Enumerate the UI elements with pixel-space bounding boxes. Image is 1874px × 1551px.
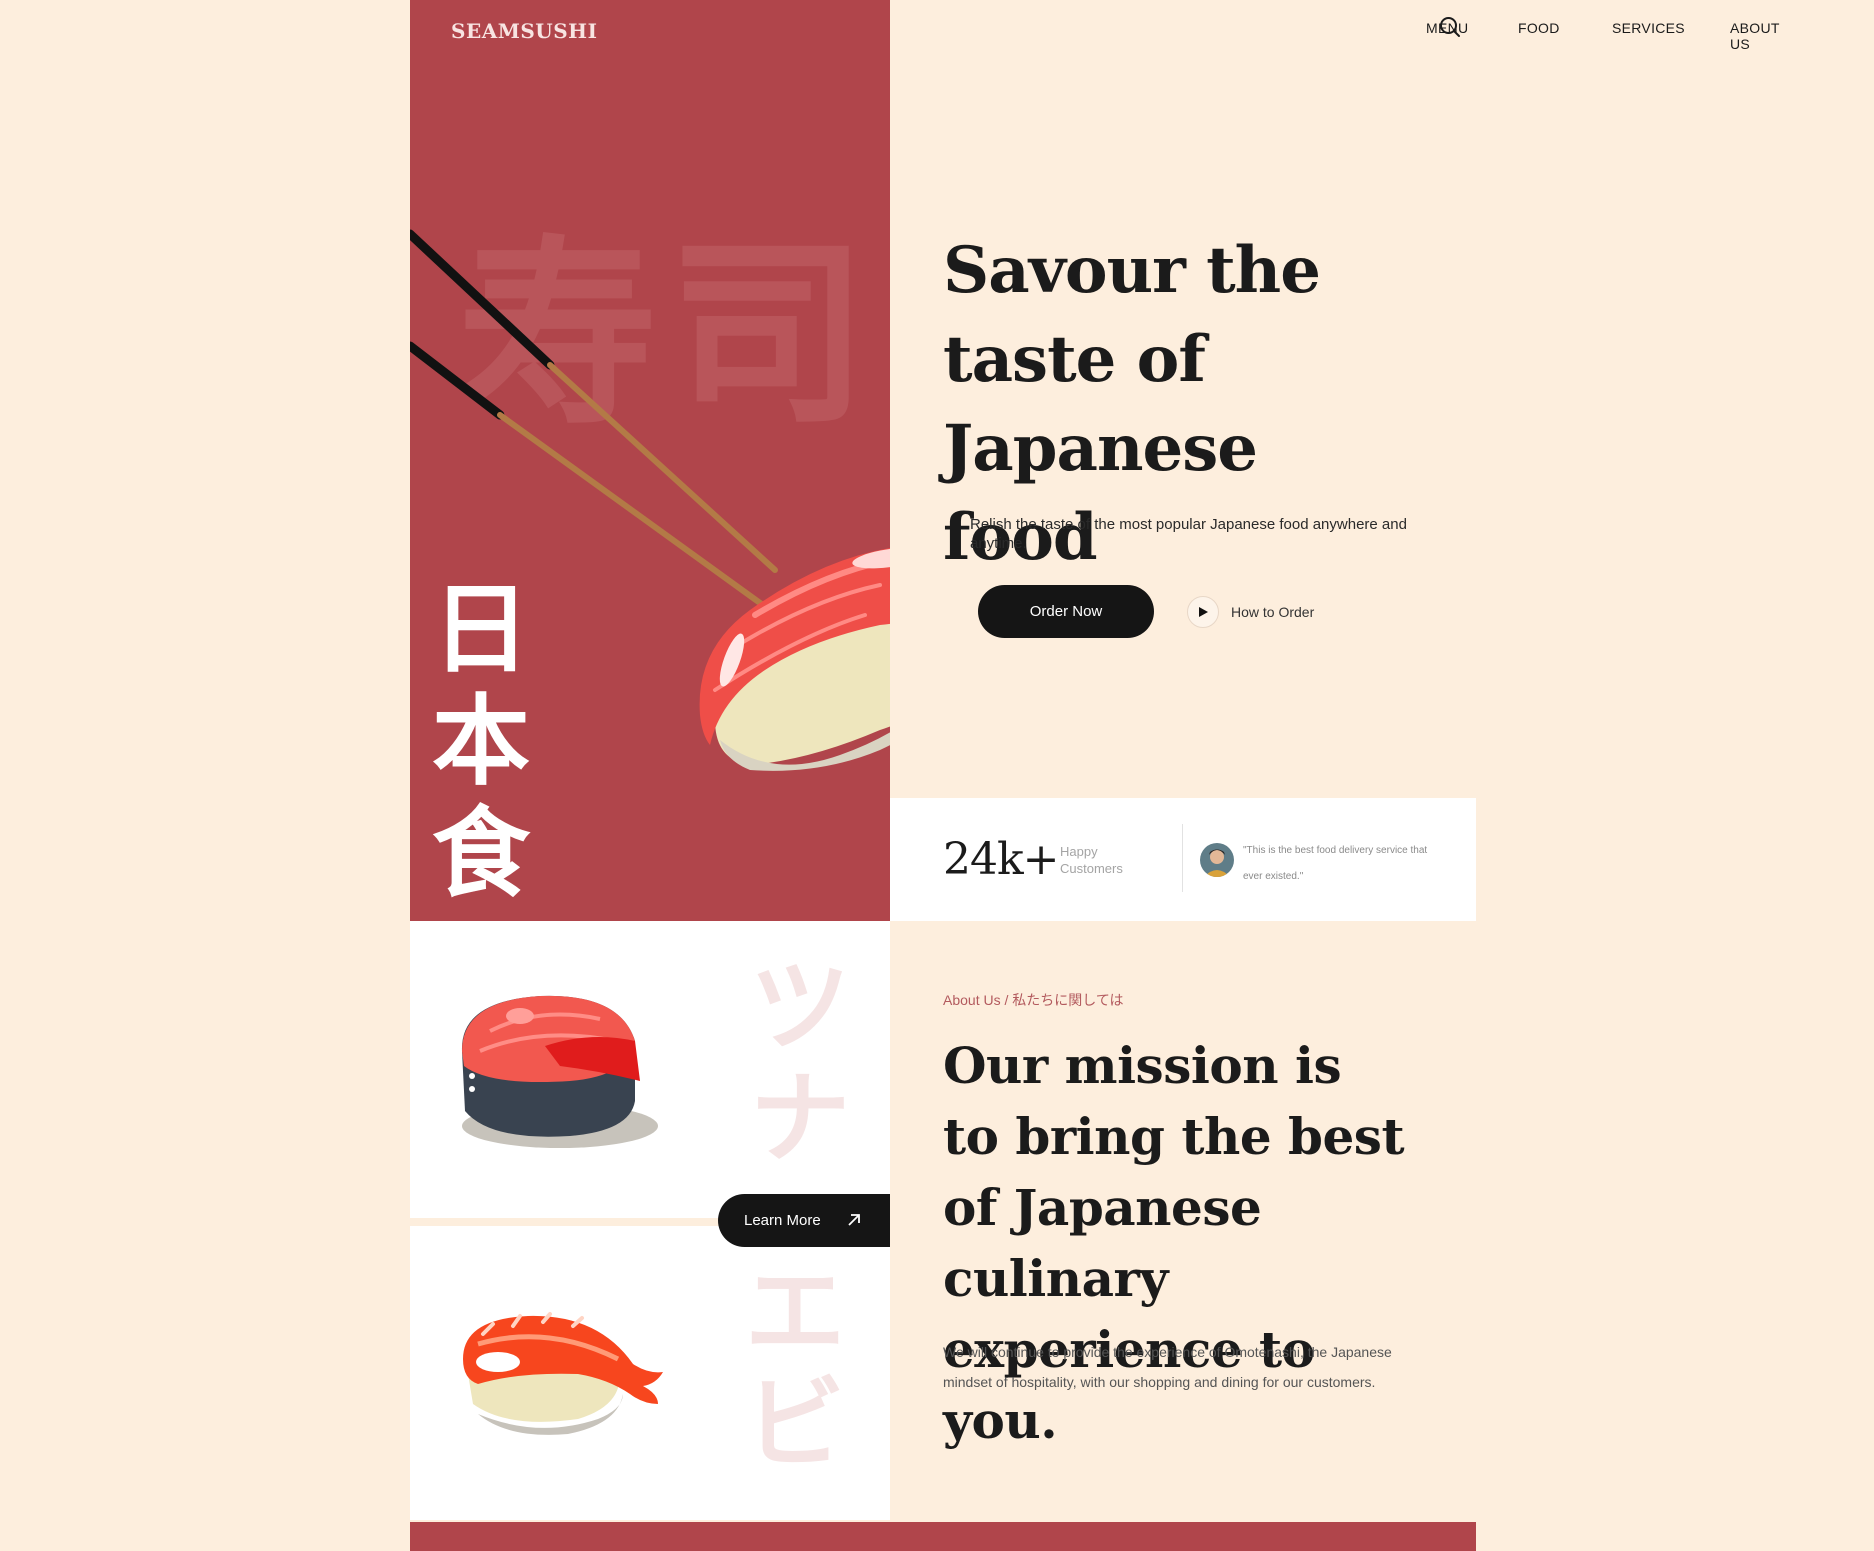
- nav-item-about-us[interactable]: ABOUT US: [1730, 20, 1779, 52]
- shrimp-sushi-illustration: [463, 1312, 663, 1435]
- kanji-char: 食: [431, 797, 530, 911]
- about-body: We will continue to provide the experien…: [943, 1344, 1392, 1390]
- avatar: [1200, 843, 1234, 877]
- customer-count-label: Happy Customers: [1060, 844, 1123, 876]
- stats-strip: 24k+ Happy Customers "This is the best f…: [890, 798, 1476, 921]
- learn-more-label: Learn More: [744, 1212, 821, 1229]
- katakana-shrimp-text: エビ: [745, 1253, 845, 1482]
- footer-band: [410, 1522, 1476, 1551]
- about-section-label: About Us / 私たちに関しては: [943, 992, 1124, 1008]
- play-icon: [1187, 596, 1219, 628]
- arrow-up-right-icon: [844, 1210, 864, 1234]
- tuna-steak-illustration: [461, 995, 658, 1148]
- testimonial-quote: "This is the best food delivery service …: [1243, 845, 1428, 882]
- top-nav: MENU FOOD SERVICES ABOUT US: [890, 0, 1779, 58]
- divider: [1182, 824, 1183, 892]
- katakana-tuna: ツナ: [750, 951, 850, 1175]
- nav-item-food[interactable]: FOOD: [1518, 20, 1560, 36]
- vertical-kanji-title: 日 本 食: [426, 574, 536, 910]
- landing-page: SEAMSUSHI 寿 司 日 本 食 MENU FOOD SERVICES A…: [410, 0, 1779, 1551]
- learn-more-button[interactable]: Learn More: [718, 1194, 890, 1247]
- hero-subtitle: Relish the taste of the most popular Jap…: [970, 516, 1407, 552]
- search-icon[interactable]: [1438, 15, 1462, 39]
- order-now-button[interactable]: Order Now: [978, 585, 1154, 638]
- customer-count: 24k+: [943, 834, 1060, 885]
- shrimp-card: エビ: [410, 1226, 890, 1520]
- how-to-order-label: How to Order: [1231, 604, 1315, 620]
- brand-logo[interactable]: SEAMSUSHI: [451, 19, 597, 43]
- kanji-char: 日: [431, 573, 530, 687]
- nav-item-services[interactable]: SERVICES: [1612, 20, 1685, 36]
- katakana-shrimp: エビ: [745, 1256, 845, 1480]
- how-to-order-button[interactable]: How to Order: [1187, 596, 1314, 628]
- katakana-tuna-text: ツナ: [750, 948, 850, 1177]
- kanji-char: 本: [431, 685, 530, 799]
- hero-red-panel: SEAMSUSHI 寿 司 日 本 食: [410, 0, 890, 921]
- tuna-card: ツナ: [410, 921, 890, 1218]
